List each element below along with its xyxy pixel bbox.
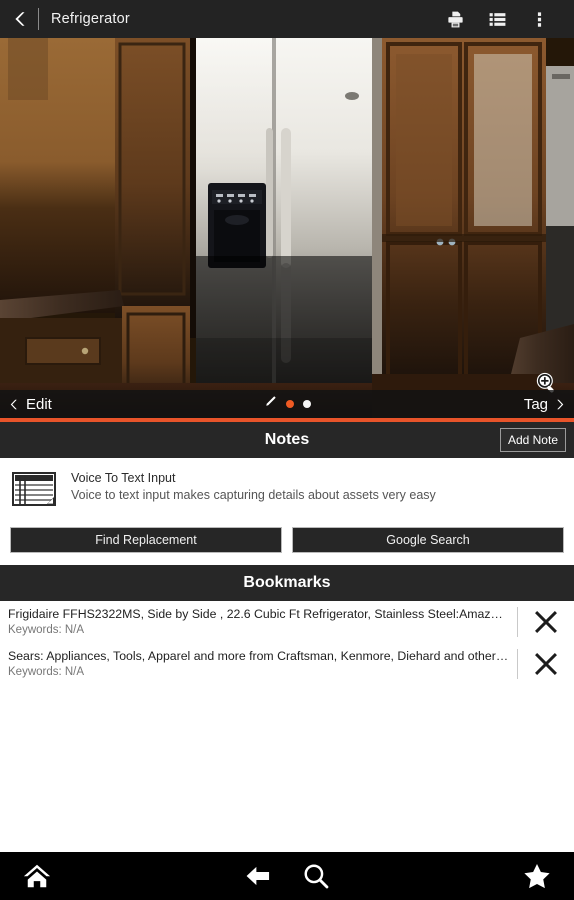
app-root: Refrigerator Edit Tag Notes Add Note Voi… <box>0 0 574 900</box>
notepad-icon <box>12 470 58 511</box>
photo-pager <box>52 395 524 413</box>
list-icon[interactable] <box>476 0 518 38</box>
title-divider <box>38 8 39 30</box>
back-arrow-icon[interactable] <box>244 862 272 890</box>
pencil-icon[interactable] <box>264 395 277 413</box>
find-replacement-button[interactable]: Find Replacement <box>10 527 282 553</box>
notes-section-header: Notes Add Note <box>0 422 574 458</box>
bookmark-text[interactable]: Sears: Appliances, Tools, Apparel and mo… <box>0 643 517 685</box>
note-action-buttons: Find Replacement Google Search <box>0 511 574 565</box>
back-chevron-icon[interactable] <box>10 8 32 30</box>
edit-photo-label: Edit <box>26 395 52 413</box>
edit-photo-button[interactable]: Edit <box>8 396 52 413</box>
notes-header-title: Notes <box>264 431 310 448</box>
search-icon[interactable] <box>302 862 330 890</box>
star-icon[interactable] <box>522 861 552 891</box>
note-title: Voice To Text Input <box>71 471 176 485</box>
note-subtitle: Voice to text input makes capturing deta… <box>71 488 436 502</box>
bookmark-keywords: Keywords: N/A <box>8 666 85 678</box>
overflow-menu-icon[interactable] <box>518 0 560 38</box>
bookmark-title: Frigidaire FFHS2322MS, Side by Side , 22… <box>8 607 509 621</box>
bottom-navigation-bar <box>0 852 574 900</box>
note-text: Voice To Text Input Voice to text input … <box>58 470 436 504</box>
bookmarks-list: Frigidaire FFHS2322MS, Side by Side , 22… <box>0 601 574 852</box>
asset-photo[interactable]: Edit Tag <box>0 38 574 418</box>
bookmark-title: Sears: Appliances, Tools, Apparel and mo… <box>8 649 509 663</box>
tag-photo-button[interactable]: Tag <box>524 396 566 413</box>
google-search-button[interactable]: Google Search <box>292 527 564 553</box>
add-note-button[interactable]: Add Note <box>499 428 566 452</box>
pager-dot-active[interactable] <box>286 400 295 408</box>
bookmark-row[interactable]: Frigidaire FFHS2322MS, Side by Side , 22… <box>0 601 574 643</box>
print-icon[interactable] <box>434 0 476 38</box>
pager-dot[interactable] <box>303 400 312 408</box>
bookmark-row[interactable]: Sears: Appliances, Tools, Apparel and mo… <box>0 643 574 685</box>
bookmarks-header-title: Bookmarks <box>243 574 331 591</box>
close-x-icon[interactable] <box>518 643 574 685</box>
bookmark-keywords: Keywords: N/A <box>8 624 85 636</box>
notes-body: Voice To Text Input Voice to text input … <box>0 458 574 565</box>
photo-image <box>0 38 574 418</box>
photo-toolbar: Edit Tag <box>0 390 574 418</box>
bookmark-text[interactable]: Frigidaire FFHS2322MS, Side by Side , 22… <box>0 601 517 643</box>
nav-center-group <box>52 862 522 890</box>
page-title: Refrigerator <box>51 11 130 27</box>
close-x-icon[interactable] <box>518 601 574 643</box>
bookmarks-section-header: Bookmarks <box>0 565 574 601</box>
tag-photo-label: Tag <box>523 395 548 413</box>
home-icon[interactable] <box>22 861 52 891</box>
note-list-item[interactable]: Voice To Text Input Voice to text input … <box>0 470 574 511</box>
top-app-bar: Refrigerator <box>0 0 574 38</box>
